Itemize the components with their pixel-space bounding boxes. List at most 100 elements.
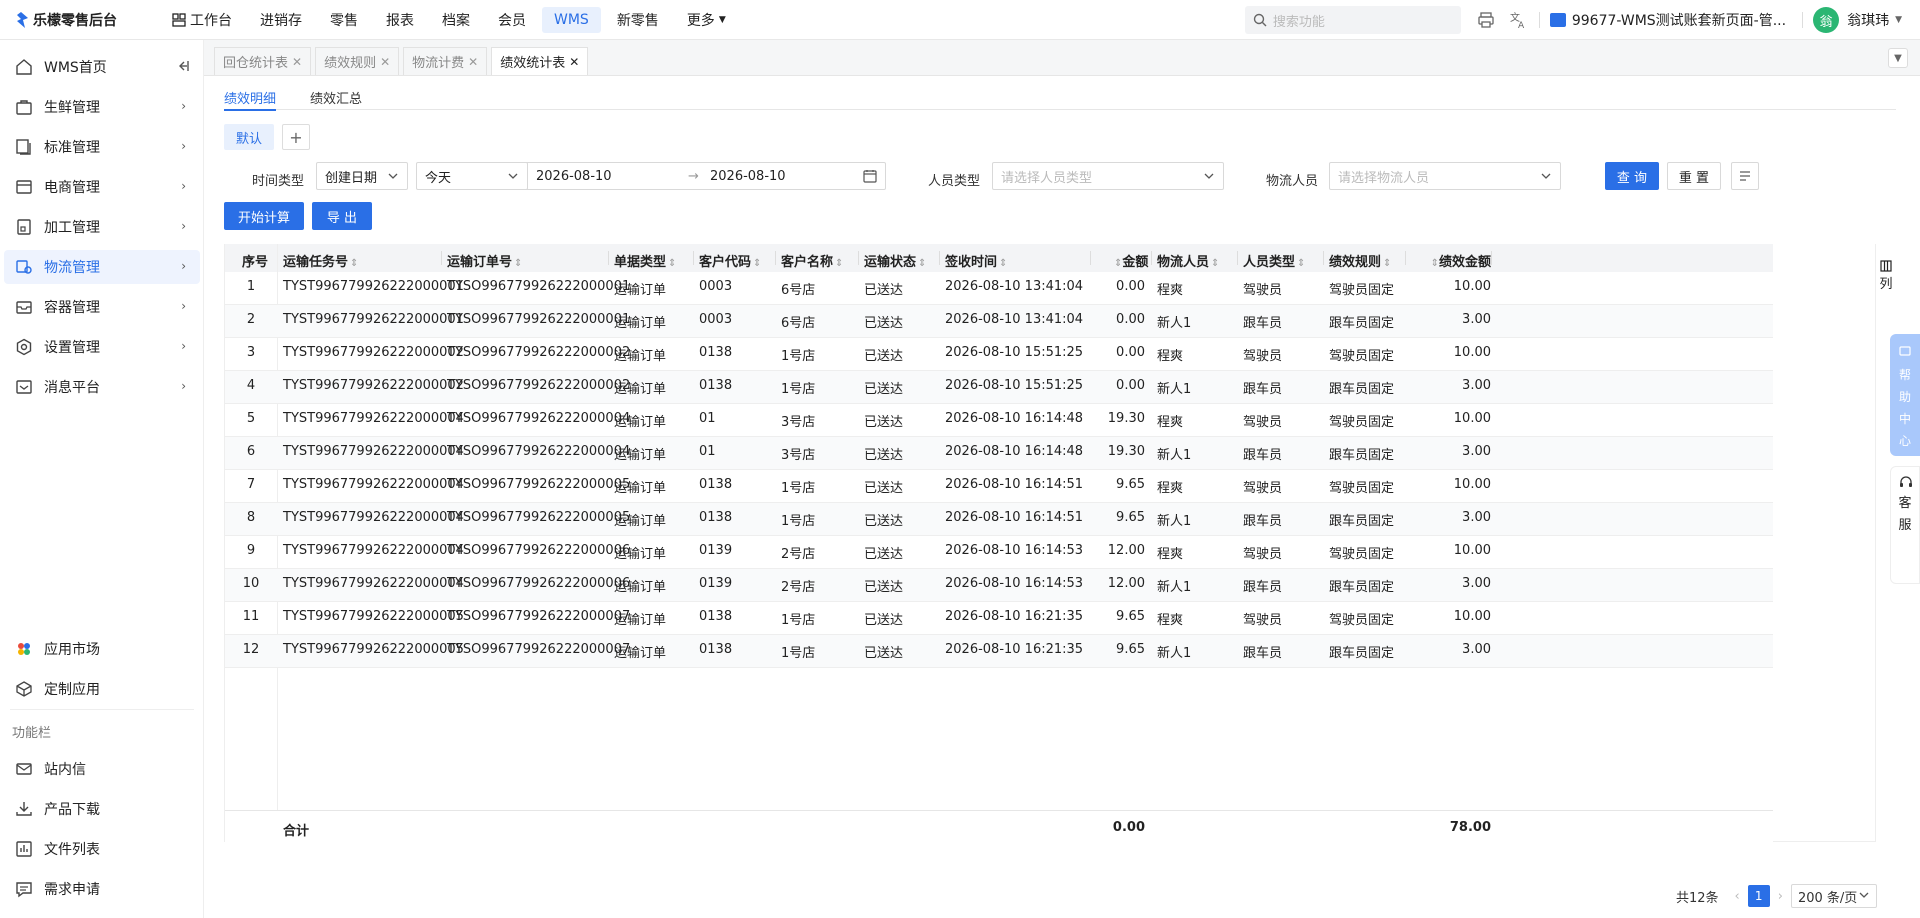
filter-settings-icon — [1740, 171, 1750, 181]
company-selector[interactable]: 99677-WMS测试账套新页面-管... — [1549, 10, 1786, 30]
sidebar-item-custom-app[interactable]: 定制应用 — [4, 672, 200, 706]
sidebar-item-ecommerce[interactable]: 电商管理 › — [4, 170, 200, 204]
time-type-select[interactable]: 创建日期 — [316, 162, 408, 190]
period-select[interactable]: 今天 — [416, 162, 528, 190]
total-amount: 0.00 — [1112, 820, 1145, 835]
nav-member[interactable]: 会员 — [486, 5, 538, 35]
sidebar-item-label: 文件列表 — [44, 842, 100, 858]
add-view-button[interactable]: + — [282, 124, 310, 150]
page-size-select[interactable]: 200 条/页 — [1790, 884, 1877, 908]
table-row[interactable]: 11 TYST996779926222000005 TYSO996779926222… — [225, 602, 1773, 635]
nav-archive[interactable]: 档案 — [430, 5, 482, 35]
sidebar-item-app-market[interactable]: 应用市场 — [4, 632, 200, 666]
table-row[interactable]: 4 TYST996779926222000002 TYSO9967799262220… — [225, 371, 1773, 404]
help-icon — [1899, 346, 1911, 356]
cell-sign-time: 2026-08-10 13:41:04 — [945, 279, 1084, 294]
filter-settings-button[interactable] — [1731, 162, 1759, 190]
search-input[interactable]: 搜索功能 — [1244, 6, 1461, 34]
table-row[interactable]: 10 TYST996779926222000004 TYSO996779926222… — [225, 569, 1773, 602]
view-default[interactable]: 默认 — [224, 124, 274, 150]
table-row[interactable]: 9 TYST996779926222000004 TYSO9967799262220… — [225, 536, 1773, 569]
tab-perf-stats[interactable]: 绩效统计表 ✕ — [491, 47, 589, 75]
logistics-person-select[interactable]: 请选择物流人员 — [1329, 162, 1561, 190]
nav-label: 工作台 — [190, 12, 232, 29]
sidebar-item-standard[interactable]: 标准管理 › — [4, 130, 200, 164]
table-row[interactable]: 2 TYST996779926222000001 TYSO9967799262220… — [225, 305, 1773, 338]
collapse-sidebar-icon[interactable] — [176, 59, 190, 77]
translate-icon[interactable]: 文A — [1507, 9, 1529, 31]
table-row[interactable]: 6 TYST996779926222000004 TYSO9967799262220… — [225, 437, 1773, 470]
sidebar-item-downloads[interactable]: 产品下载 — [4, 792, 200, 826]
sidebar-item-messages[interactable]: 消息平台 › — [4, 370, 200, 404]
tabs-dropdown-icon[interactable]: ▼ — [1888, 48, 1908, 68]
col-header-cust-code[interactable]: 客户代码 ⇕ — [699, 251, 761, 270]
nav-wms[interactable]: WMS — [542, 6, 601, 33]
sidebar-item-settings[interactable]: 设置管理 › — [4, 330, 200, 364]
page-number-button[interactable]: 1 — [1747, 885, 1770, 907]
help-center-button[interactable]: 帮 助 中 心 — [1890, 334, 1920, 456]
col-header-perf-amount[interactable]: ⇕绩效金额 — [1407, 251, 1491, 270]
sidebar-item-logistics[interactable]: 物流管理 › — [4, 250, 200, 284]
col-header-cust-name[interactable]: 客户名称 ⇕ — [781, 251, 843, 270]
reset-button[interactable]: 重 置 — [1667, 162, 1721, 190]
select-placeholder: 请选择物流人员 — [1338, 170, 1430, 186]
tab-return-stats[interactable]: 回仓统计表 ✕ — [214, 47, 312, 75]
subtab-detail[interactable]: 绩效明细 — [224, 88, 277, 111]
cell-perf-amount: 10.00 — [1453, 345, 1491, 360]
nav-retail[interactable]: 零售 — [318, 5, 370, 35]
table-row[interactable]: 3 TYST996779926222000002 TYSO9967799262220… — [225, 338, 1773, 371]
tab-logistics-billing[interactable]: 物流计费 ✕ — [403, 47, 488, 75]
column-settings-button[interactable]: 列 — [1876, 252, 1896, 300]
nav-workbench[interactable]: 工作台 — [160, 5, 244, 35]
cell-person-type: 驾驶员 — [1243, 547, 1283, 562]
print-icon[interactable] — [1475, 9, 1497, 31]
col-header-person-type[interactable]: 人员类型 ⇕ — [1243, 251, 1305, 270]
nav-new-retail[interactable]: 新零售 — [605, 5, 671, 35]
sidebar-item-inbox[interactable]: 站内信 — [4, 752, 200, 786]
sidebar-item-processing[interactable]: 加工管理 › — [4, 210, 200, 244]
col-header-amount[interactable]: ⇕金额 — [1112, 251, 1148, 270]
col-header-order-no[interactable]: 运输订单号 ⇕ — [447, 251, 522, 270]
sidebar-group-label: 功能栏 — [12, 726, 52, 741]
user-menu[interactable]: 翁 翁琪玮 ▼ — [1813, 7, 1902, 33]
nav-reports[interactable]: 报表 — [374, 5, 426, 35]
date-range-picker[interactable]: 2026-08-10 → 2026-08-10 — [526, 162, 886, 190]
app-logo[interactable]: 乐檬零售后台 — [0, 10, 150, 30]
sidebar-item-fresh[interactable]: 生鲜管理 › — [4, 90, 200, 124]
col-header-doc-type[interactable]: 单据类型 ⇕ — [614, 251, 676, 270]
customer-service-button[interactable]: 客 服 — [1890, 466, 1920, 584]
sidebar-item-label: 生鲜管理 — [44, 100, 100, 116]
tab-perf-rules[interactable]: 绩效规则 ✕ — [315, 47, 400, 75]
col-header-task-no[interactable]: 运输任务号 ⇕ — [283, 251, 358, 270]
table-row[interactable]: 12 TYST996779926222000005 TYSO996779926222… — [225, 635, 1773, 668]
sidebar-item-file-list[interactable]: 文件列表 — [4, 832, 200, 866]
nav-inventory[interactable]: 进销存 — [248, 5, 314, 35]
col-header-perf-rule[interactable]: 绩效规则 ⇕ — [1329, 251, 1391, 270]
table-row[interactable]: 1 TYST996779926222000001 TYSO9967799262220… — [225, 272, 1773, 305]
sidebar-item-wms-home[interactable]: WMS首页 — [4, 50, 200, 84]
subtab-summary[interactable]: 绩效汇总 — [310, 88, 362, 110]
col-header-person[interactable]: 物流人员 ⇕ — [1157, 251, 1219, 270]
start-calc-button[interactable]: 开始计算 — [224, 202, 304, 230]
col-header-sign-time[interactable]: 签收时间 ⇕ — [945, 251, 1007, 270]
close-icon[interactable]: ✕ — [468, 55, 478, 69]
sidebar-item-container[interactable]: 容器管理 › — [4, 290, 200, 324]
chevron-right-icon: › — [181, 99, 186, 113]
cell-perf-rule: 驾驶员固定 — [1329, 349, 1395, 364]
close-icon[interactable]: ✕ — [569, 55, 579, 69]
query-button[interactable]: 查 询 — [1605, 162, 1659, 190]
table-row[interactable]: 8 TYST996779926222000004 TYSO9967799262220… — [225, 503, 1773, 536]
nav-more[interactable]: 更多 ▼ — [675, 5, 738, 35]
person-type-select[interactable]: 请选择人员类型 — [992, 162, 1224, 190]
export-button[interactable]: 导 出 — [312, 202, 372, 230]
close-icon[interactable]: ✕ — [380, 55, 390, 69]
home-icon — [14, 57, 34, 77]
close-icon[interactable]: ✕ — [292, 55, 302, 69]
table-row[interactable]: 7 TYST996779926222000004 TYSO9967799262220… — [225, 470, 1773, 503]
next-page-icon[interactable]: › — [1778, 889, 1783, 904]
prev-page-icon[interactable]: ‹ — [1735, 889, 1740, 904]
sidebar-item-requests[interactable]: 需求申请 — [4, 872, 200, 906]
col-header-status[interactable]: 运输状态 ⇕ — [864, 251, 926, 270]
nav-label: 零售 — [330, 12, 358, 29]
table-row[interactable]: 5 TYST996779926222000004 TYSO9967799262220… — [225, 404, 1773, 437]
